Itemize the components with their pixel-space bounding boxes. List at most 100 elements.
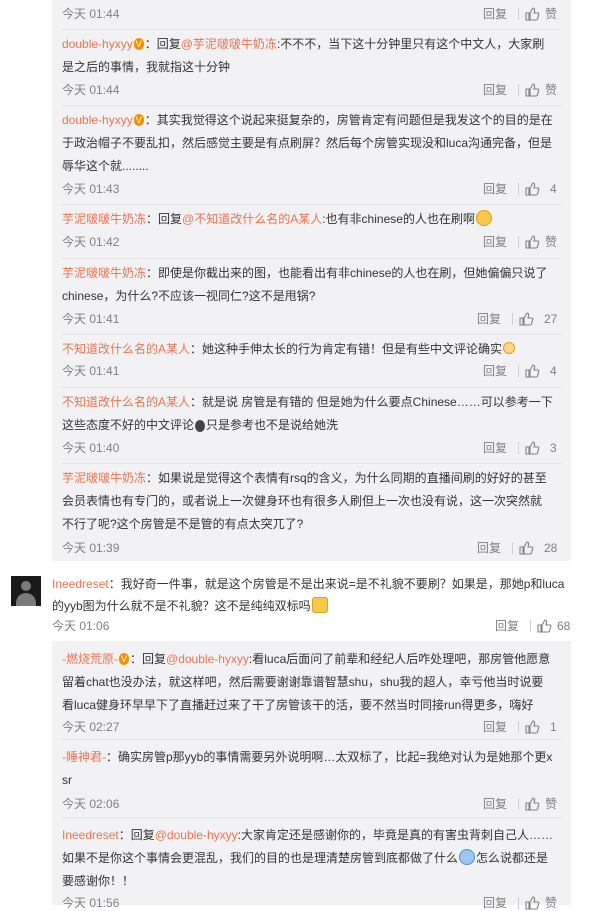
reply-username[interactable]: 芋泥啵啵牛奶冻	[62, 212, 146, 226]
reply-button[interactable]: 回复	[483, 181, 507, 197]
reply-time: 今天 01:42	[62, 235, 120, 249]
mention-link[interactable]: @double-hyxyy	[166, 652, 249, 666]
reply-username[interactable]: 芋泥啵啵牛奶冻	[62, 471, 146, 485]
reply-content: -睡神君-：确实房管p那yyb的事情需要另外说明啊…太双标了，比起=我绝对认为是…	[62, 746, 553, 792]
reply-content: 芋泥啵啵牛奶冻：如果说是觉得这个表情有rsq的含义，为什么同期的直播间刷的好好的…	[62, 467, 553, 536]
reply-button[interactable]: 回复	[483, 719, 507, 735]
like-count: 27	[544, 312, 558, 326]
emoji-icon	[459, 849, 476, 865]
reply-meta: 今天 01:39 回复 28	[62, 540, 561, 556]
like-label: 赞	[545, 83, 558, 97]
reply-thread-2: -燃烧荒原- V ：回复@double-hyxyy:看luca后面问了前辈和经纪人后…	[52, 641, 571, 910]
reply-username[interactable]: double-hyxyy	[62, 113, 133, 127]
reply-button[interactable]: 回复	[495, 618, 519, 634]
mention-link[interactable]: @不知道改什么名的A某人	[182, 212, 322, 226]
like-button[interactable]	[525, 181, 540, 197]
reply-button[interactable]: 回复	[483, 363, 507, 379]
reply-username[interactable]: Ineedreset	[62, 828, 119, 842]
reply-username[interactable]: double-hyxyy	[62, 37, 133, 51]
divider	[518, 442, 519, 454]
like-count: 4	[550, 364, 557, 378]
reply-username[interactable]: 不知道改什么名的A某人	[62, 342, 190, 356]
reply-time: 今天 02:06	[62, 797, 120, 811]
avatar-head	[21, 581, 31, 591]
reply-time: 今天 01:39	[62, 541, 120, 555]
divider	[518, 236, 519, 248]
reply-meta: 今天 01:56 回复 赞	[62, 895, 561, 911]
like-button[interactable]	[519, 540, 534, 556]
reply-thread-1: 今天 01:44 回复 赞 double-hyxyy V ：回复@芋泥啵啵牛奶冻:不…	[52, 0, 571, 561]
like-button[interactable]	[525, 719, 540, 735]
reply-meta: 今天 01:42 回复 赞	[62, 234, 561, 250]
like-label: 赞	[545, 7, 558, 21]
reply-button[interactable]: 回复	[483, 234, 507, 250]
divider	[518, 8, 519, 20]
reply-content: 芋泥啵啵牛奶冻：回复@不知道改什么名的A某人:也有非chinese的人也在刷啊	[62, 208, 553, 231]
like-button[interactable]	[525, 895, 540, 911]
like-label: 赞	[545, 797, 558, 811]
reply-prefix: ：回复	[118, 828, 155, 842]
mention-link[interactable]: @芋泥啵啵牛奶冻	[181, 37, 277, 51]
like-button[interactable]	[525, 82, 540, 98]
divider	[530, 620, 531, 632]
thumbs-up-icon	[525, 364, 540, 378]
emoji-icon	[195, 420, 206, 432]
like-button[interactable]	[537, 618, 552, 634]
thumbs-up-icon	[525, 896, 540, 910]
divider	[518, 897, 519, 909]
reply-button[interactable]: 回复	[477, 311, 501, 327]
reply-time: 今天 01:56	[62, 896, 120, 910]
mention-link[interactable]: @double-hyxyy	[155, 828, 238, 842]
like-button[interactable]	[525, 234, 540, 250]
user-avatar[interactable]	[11, 576, 41, 606]
reply-time: 今天 01:41	[62, 312, 120, 326]
like-button[interactable]	[525, 6, 540, 22]
reply-button[interactable]: 回复	[483, 82, 507, 98]
divider	[512, 542, 513, 554]
reply-button[interactable]: 回复	[483, 440, 507, 456]
reply-time: 今天 01:44	[62, 83, 120, 97]
thumbs-up-icon	[525, 83, 540, 97]
comment-time: 今天 01:06	[52, 619, 110, 633]
thumbs-up-icon	[519, 312, 534, 326]
reply-item-partial: 今天 01:44 回复 赞	[62, 0, 561, 30]
emoji-icon	[311, 597, 328, 613]
thumbs-up-icon	[525, 182, 540, 196]
reply-content: Ineedreset：回复@double-hyxyy:大家肯定还是感谢你的，毕竟…	[62, 824, 553, 893]
reply-button[interactable]: 回复	[483, 895, 507, 911]
reply-item: double-hyxyy V ：其实我觉得这个说起来挺复杂的，房管肯定有问题但是我发…	[62, 106, 561, 205]
divider	[518, 721, 519, 733]
reply-username[interactable]: -睡神君-	[62, 750, 106, 764]
reply-item: double-hyxyy V ：回复@芋泥啵啵牛奶冻:不不不，当下这十分钟里只有这个…	[62, 30, 561, 106]
like-count: 68	[557, 619, 571, 633]
vip-badge-icon: V	[133, 114, 144, 126]
like-button[interactable]	[525, 363, 540, 379]
reply-username[interactable]: 不知道改什么名的A某人	[62, 395, 190, 409]
reply-button[interactable]: 回复	[483, 6, 507, 22]
like-button[interactable]	[525, 796, 540, 812]
reply-text: :也有非chinese的人也在刷啊	[322, 212, 475, 226]
thumbs-up-icon	[525, 441, 540, 455]
reply-username[interactable]: 芋泥啵啵牛奶冻	[62, 266, 146, 280]
emoji-icon	[475, 210, 492, 226]
vip-badge-icon: V	[133, 38, 144, 50]
thumbs-up-icon	[525, 720, 540, 734]
reply-text-2: 只是参考也不是说给她洗	[206, 418, 339, 432]
reply-meta: 今天 02:06 回复 赞	[62, 796, 561, 812]
like-button[interactable]	[519, 311, 534, 327]
like-count: 1	[550, 720, 557, 734]
reply-item: 芋泥啵啵牛奶冻：如果说是觉得这个表情有rsq的含义，为什么同期的直播间刷的好好的…	[62, 464, 561, 561]
reply-button[interactable]: 回复	[477, 540, 501, 556]
comment-meta: 今天 01:06 回复 68	[52, 618, 571, 634]
comment-username[interactable]: Ineedreset	[52, 577, 109, 591]
like-count: 3	[550, 441, 557, 455]
reply-meta: 今天 01:44 回复 赞	[62, 6, 561, 22]
reply-meta: 今天 01:40 回复 3	[62, 440, 561, 456]
reply-time: 今天 01:40	[62, 441, 120, 455]
avatar-body	[16, 593, 36, 606]
reply-content: 不知道改什么名的A某人：她这种手伸太长的行为肯定有错！但是有些中文评论确实	[62, 338, 553, 361]
like-button[interactable]	[525, 440, 540, 456]
reply-username[interactable]: -燃烧荒原-	[62, 652, 118, 666]
reply-item: 芋泥啵啵牛奶冻：回复@不知道改什么名的A某人:也有非chinese的人也在刷啊 …	[62, 205, 561, 259]
reply-button[interactable]: 回复	[483, 796, 507, 812]
